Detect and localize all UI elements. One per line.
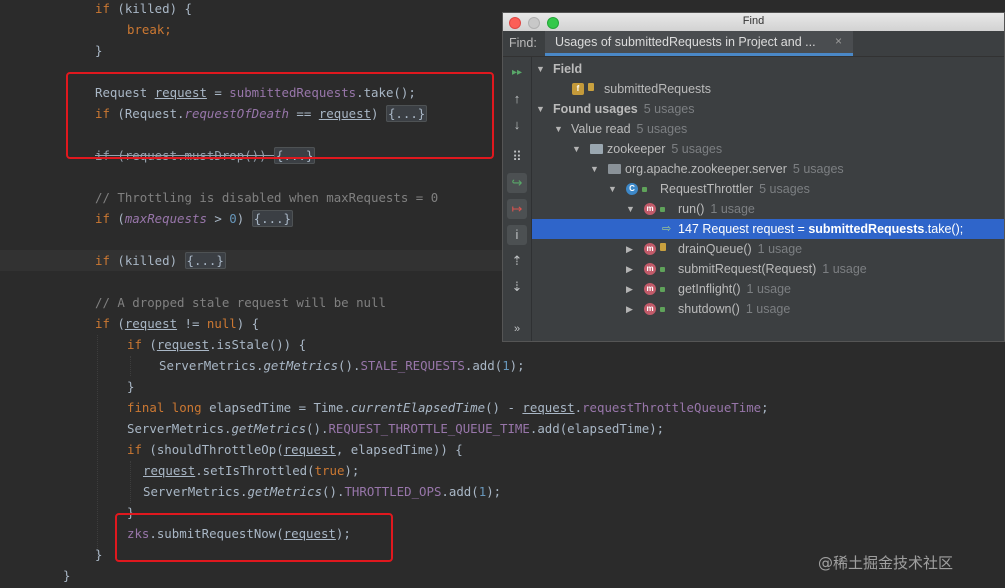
highlight-box-take [66,72,494,159]
expand-arrow-icon[interactable]: ▶ [626,259,633,279]
tab-usages-label: Usages of submittedRequests in Project a… [555,35,816,49]
public-visibility-icon [660,287,665,292]
watermark: @稀土掘金技术社区 [818,554,954,572]
code-line: } [95,547,103,562]
public-visibility-icon [660,207,665,212]
field-icon: f [572,83,584,95]
code-line: // A dropped stale request will be null [95,295,386,310]
code-line: ServerMetrics.getMetrics().REQUEST_THROT… [127,421,665,436]
code-line: if (maxRequests > 0) {...} [95,210,293,227]
expand-arrow-icon[interactable]: ▶ [626,279,633,299]
expand-arrow-icon[interactable]: ▼ [608,179,617,199]
tree-row-method[interactable]: ▶ m shutdown() 1 usage [532,299,1004,319]
code-line: ServerMetrics.getMetrics().STALE_REQUEST… [159,358,525,373]
tree-row-method-run[interactable]: ▼ m run() 1 usage [532,199,1004,219]
lock-icon [588,83,594,91]
code-line: } [63,568,71,583]
expand-arrow-icon[interactable]: ▼ [572,139,581,159]
find-usages-panel: Find Find: Usages of submittedRequests i… [502,12,1005,342]
more-actions-icon[interactable]: » [507,319,527,339]
code-fold[interactable]: {...} [184,252,226,269]
find-tab-bar: Find: Usages of submittedRequests in Pro… [503,31,1004,57]
code-line: break; [127,22,172,37]
expand-arrow-icon[interactable]: ▼ [536,99,545,119]
method-icon: m [644,283,656,295]
public-visibility-icon [660,307,665,312]
code-line: // Throttling is disabled when maxReques… [95,190,439,205]
method-icon: m [644,203,656,215]
expand-arrow-icon[interactable]: ▼ [536,59,545,79]
info-icon[interactable]: i [507,225,527,245]
rerun-icon[interactable]: ▸▸ [507,63,527,83]
read-usage-icon: ⇨ [662,223,672,235]
module-folder-icon [590,144,603,154]
method-icon: m [644,263,656,275]
usage-count: 1 usage [757,242,803,256]
public-visibility-icon [660,267,665,272]
tree-row-class[interactable]: ▼ C RequestThrottler 5 usages [532,179,1004,199]
write-access-icon[interactable]: ↦ [507,199,527,219]
find-label: Find: [509,36,537,50]
tree-row-method[interactable]: ▶ m submitRequest(Request) 1 usage [532,259,1004,279]
expand-all-icon[interactable]: ⇡ [507,251,527,271]
method-name: submitRequest(Request) [678,262,817,276]
collapse-all-icon[interactable]: ⇣ [507,277,527,297]
indent-guide [97,335,98,558]
package-icon [608,164,621,174]
find-window-title: Find [742,15,765,27]
public-visibility-icon [642,187,647,192]
usage-count: 1 usage [745,302,791,316]
code-line: final long elapsedTime = Time.currentEla… [127,400,769,415]
highlight-box-submit [115,513,393,562]
usage-count: 1 usage [822,262,867,276]
code-line: if (request.isStale()) { [127,337,307,352]
method-name: drainQueue() [678,242,752,256]
method-name: getInflight() [678,282,741,296]
code-line: if (shouldThrottleOp(request, elapsedTim… [127,442,463,457]
tree-row-value-read[interactable]: ▼ Value read 5 usages [532,119,1004,139]
code-line: request.setIsThrottled(true); [143,463,360,478]
lock-icon [660,243,666,251]
code-line: if (killed) {...} [95,252,226,269]
tree-row-field-header[interactable]: ▼ Field [532,59,1004,79]
tab-usages[interactable]: Usages of submittedRequests in Project a… [545,31,853,56]
expand-arrow-icon[interactable]: ▼ [590,159,599,179]
code-line: if (request != null) { [95,316,260,331]
code-line: } [127,379,135,394]
expand-arrow-icon[interactable]: ▶ [626,299,633,319]
usage-count: 1 usage [746,282,792,296]
tree-row-method[interactable]: ▶ m getInflight() 1 usage [532,279,1004,299]
expand-arrow-icon[interactable]: ▼ [554,119,563,139]
group-by-icon[interactable]: ⠿ [507,147,527,167]
close-tab-icon[interactable]: × [835,34,842,48]
find-toolbar: ▸▸ ↑ ↓ ⠿ ↪ ↦ i ⇡ ⇣ » [503,57,532,341]
read-access-icon[interactable]: ↪ [507,173,527,193]
method-name: shutdown() [678,302,740,316]
code-line: ServerMetrics.getMetrics().THROTTLED_OPS… [143,484,502,499]
tree-row-usage-selected[interactable]: ⇨ 147 Request request = submittedRequest… [532,219,1004,239]
tree-row-found-usages[interactable]: ▼ Found usages 5 usages [532,99,1004,119]
method-icon: m [644,243,656,255]
tree-row-field[interactable]: f submittedRequests [532,79,1004,99]
tree-row-method[interactable]: ▶ m drainQueue() 1 usage [532,239,1004,259]
class-icon: C [626,183,638,195]
tree-row-module[interactable]: ▼ zookeeper 5 usages [532,139,1004,159]
expand-arrow-icon[interactable]: ▼ [626,199,635,219]
indent-guide [130,356,131,376]
code-fold[interactable]: {...} [251,210,293,227]
previous-occurrence-icon[interactable]: ↑ [507,89,527,109]
method-icon: m [644,303,656,315]
tree-row-package[interactable]: ▼ org.apache.zookeeper.server 5 usages [532,159,1004,179]
code-line: } [95,43,103,58]
code-line: if (killed) { [95,1,192,16]
next-occurrence-icon[interactable]: ↓ [507,115,527,135]
indent-guide [130,461,131,503]
expand-arrow-icon[interactable]: ▶ [626,239,633,259]
find-window-titlebar: Find [503,13,1004,32]
